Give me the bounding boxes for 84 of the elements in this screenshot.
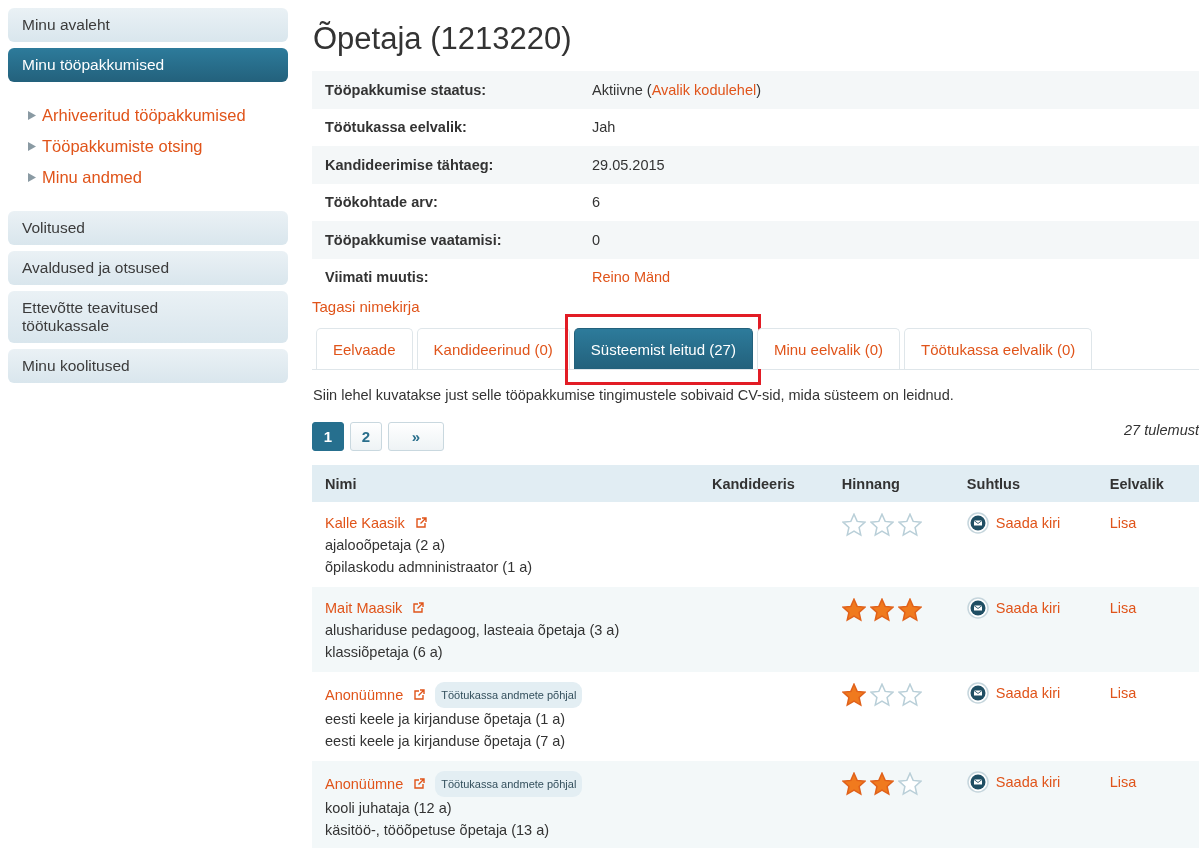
send-message-link[interactable]: Saada kiri: [995, 771, 1061, 793]
back-link[interactable]: Tagasi nimekirja: [312, 298, 420, 315]
detail-value: 0: [592, 231, 601, 248]
nav-item[interactable]: Minu avaleht: [8, 8, 288, 42]
filled-star-icon[interactable]: [841, 772, 866, 796]
detail-value: 6: [592, 194, 601, 211]
envelope-icon[interactable]: [966, 771, 989, 793]
job-text: kooli juhataja (12 a): [325, 799, 453, 818]
empty-star-icon[interactable]: [841, 513, 866, 537]
tab[interactable]: Süsteemist leitud (27): [573, 328, 753, 369]
empty-star-icon[interactable]: [897, 513, 922, 537]
column-header: Suhtlus: [966, 475, 1022, 492]
add-link[interactable]: Lisa: [1109, 685, 1137, 701]
job-text: eesti keele ja kirjanduse õpetaja (7 a): [325, 732, 567, 751]
candidate-link[interactable]: Mait Maasik: [325, 597, 403, 619]
add-link[interactable]: Lisa: [1109, 600, 1137, 616]
external-link-icon[interactable]: [413, 689, 426, 701]
candidate-link[interactable]: Anonüümne: [325, 684, 404, 706]
filled-star-icon[interactable]: [841, 598, 866, 622]
candidate-link[interactable]: Anonüümne: [325, 773, 404, 795]
envelope-icon[interactable]: [966, 512, 989, 534]
nav-item[interactable]: Minu koolitused: [8, 349, 288, 383]
job-text: eesti keele ja kirjanduse õpetaja (1 a): [325, 710, 567, 729]
job-text: ajalooõpetaja (2 a): [325, 536, 447, 555]
send-message-link[interactable]: Saada kiri: [995, 597, 1061, 619]
tab[interactable]: Töötukassa eelvalik (0): [904, 328, 1093, 369]
envelope-icon[interactable]: [966, 682, 989, 704]
filled-star-icon[interactable]: [841, 683, 866, 707]
nav-item[interactable]: Ettevõtte teavitused töötukassale: [8, 291, 288, 343]
external-link-icon[interactable]: [413, 778, 426, 790]
tab[interactable]: Eelvaade: [316, 328, 413, 369]
empty-star-icon[interactable]: [869, 513, 894, 537]
page-button[interactable]: 1: [312, 422, 344, 451]
job-text: klassiõpetaja (6 a): [325, 643, 444, 662]
nav-item[interactable]: Avaldused ja otsused: [8, 251, 288, 285]
empty-star-icon[interactable]: [897, 683, 922, 707]
envelope-icon[interactable]: [966, 597, 989, 619]
add-link[interactable]: Lisa: [1109, 774, 1137, 790]
empty-star-icon[interactable]: [897, 772, 922, 796]
job-text: käsitöö-, tööõpetuse õpetaja (13 a): [325, 821, 551, 840]
column-header: Hinnang: [841, 475, 901, 492]
filled-star-icon[interactable]: [869, 598, 894, 622]
description-text: Siin lehel kuvatakse just selle tööpakkumise tingimustele sobivaid CV-sid, mida süsteem on leidnud.: [313, 387, 955, 403]
detail-value: Jah: [592, 119, 616, 136]
subnav-link[interactable]: Tööpakkumiste otsing: [42, 135, 203, 158]
detail-link[interactable]: Reino Mänd: [592, 269, 671, 286]
result-count: 27 tulemust: [1124, 421, 1199, 438]
job-text: õpilaskodu admninistraator (1 a): [325, 558, 534, 577]
nav-item[interactable]: Minu tööpakkumised: [8, 48, 288, 82]
candidate-link[interactable]: Kalle Kaasik: [325, 512, 405, 534]
empty-star-icon[interactable]: [869, 683, 894, 707]
page-title: Õpetaja (1213220): [313, 21, 573, 57]
filled-star-icon[interactable]: [897, 598, 922, 622]
nav-item[interactable]: Volitused: [8, 211, 288, 245]
filled-star-icon[interactable]: [869, 772, 894, 796]
column-header: Kandideeris: [711, 475, 796, 492]
triangle-icon: [28, 111, 36, 120]
column-header: Eelvalik: [1109, 475, 1165, 492]
detail-label: Tööpakkumise staatus:: [325, 81, 488, 98]
triangle-icon: [28, 142, 36, 151]
column-header: Nimi: [324, 475, 358, 492]
send-message-link[interactable]: Saada kiri: [995, 512, 1061, 534]
external-link-icon[interactable]: [414, 517, 427, 529]
source-badge: Töötukassa andmete põhjal: [435, 771, 583, 797]
job-text: alushariduse pedagoog, lasteaia õpetaja (3 a): [325, 621, 621, 640]
source-badge: Töötukassa andmete põhjal: [435, 682, 583, 708]
send-message-link[interactable]: Saada kiri: [995, 682, 1061, 704]
add-link[interactable]: Lisa: [1109, 515, 1137, 531]
external-link-icon[interactable]: [412, 602, 425, 614]
detail-value: 29.05.2015: [592, 156, 665, 173]
detail-label: Töökohtade arv:: [325, 194, 439, 211]
detail-value: Aktiivne (Avalik kodulehel): [592, 81, 761, 98]
tab[interactable]: Minu eelvalik (0): [756, 328, 901, 369]
page-button[interactable]: 2: [350, 422, 382, 451]
detail-label: Kandideerimise tähtaeg:: [325, 156, 495, 173]
next-page-button[interactable]: »: [388, 422, 444, 451]
subnav-link[interactable]: Minu andmed: [42, 166, 142, 189]
detail-label: Töötukassa eelvalik:: [325, 119, 468, 136]
detail-label: Tööpakkumise vaatamisi:: [325, 231, 503, 248]
detail-link[interactable]: Avalik kodulehel: [651, 81, 757, 98]
subnav-link[interactable]: Arhiveeritud tööpakkumised: [42, 104, 246, 127]
tab[interactable]: Kandideerinud (0): [416, 328, 570, 369]
detail-label: Viimati muutis:: [325, 269, 430, 286]
triangle-icon: [28, 173, 36, 182]
